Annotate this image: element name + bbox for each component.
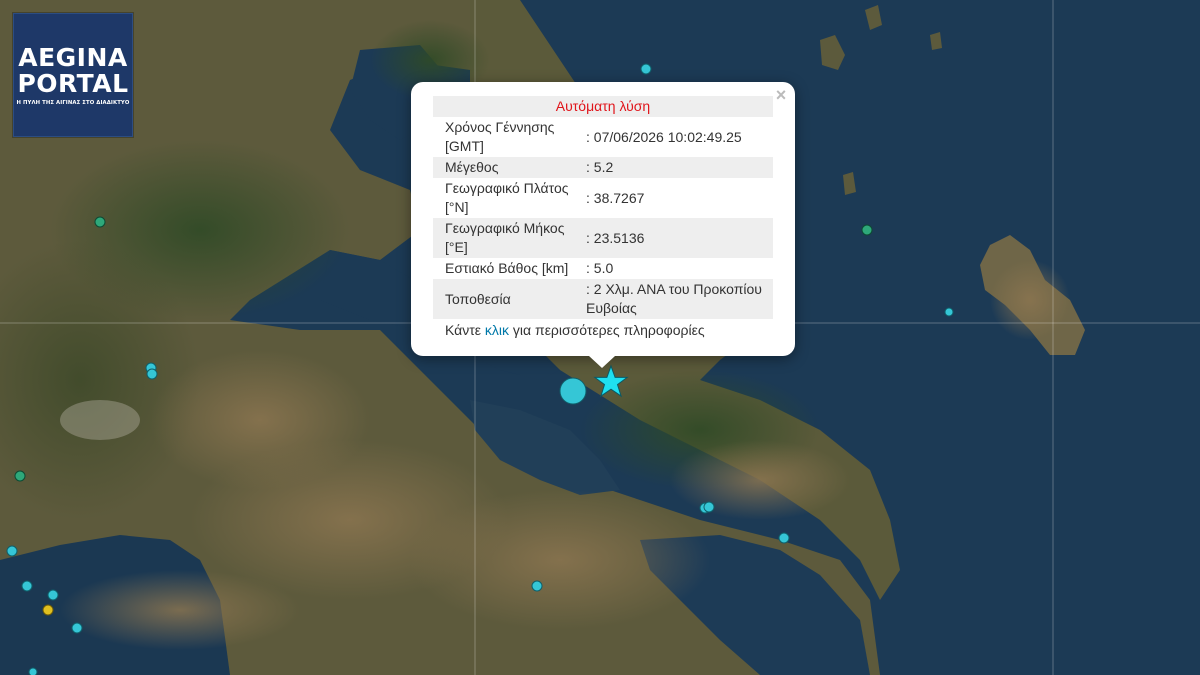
earthquake-info-popup: × Αυτόματη λύση Χρόνος Γέννησης [GMT] : … xyxy=(411,82,795,356)
popup-title: Αυτόματη λύση xyxy=(433,96,773,117)
quake-marker xyxy=(861,224,873,236)
location-label: Τοποθεσία xyxy=(445,290,511,307)
longitude-value: : 23.5136 xyxy=(586,229,645,246)
logo-tagline: Η ΠΥΛΗ ΤΗΣ ΑΙΓΙΝΑΣ ΣΤΟ ΔΙΑΔΙΚΤΥΟ xyxy=(16,99,130,106)
depth-label: Εστιακό Βάθος [km] xyxy=(445,260,569,276)
quake-marker xyxy=(944,307,954,317)
more-info-text: Κάντε κλικ για περισσότερες πληροφορίες xyxy=(433,321,773,340)
latitude-value: : 38.7267 xyxy=(586,189,645,206)
table-row: Χρόνος Γέννησης [GMT] : 07/06/2026 10:02… xyxy=(433,117,773,157)
popup-tip xyxy=(589,356,615,368)
quake-marker xyxy=(21,580,33,592)
quake-marker xyxy=(71,622,83,634)
longitude-label: Γεωγραφικό Μήκος [°E] xyxy=(445,220,565,255)
origin-time-value: : 07/06/2026 10:02:49.25 xyxy=(586,128,742,145)
table-row: Εστιακό Βάθος [km] : 5.0 xyxy=(433,258,773,279)
more-info-prefix: Κάντε xyxy=(445,322,485,338)
table-row: Γεωγραφικό Μήκος [°E] : 23.5136 xyxy=(433,218,773,258)
close-icon[interactable]: × xyxy=(773,85,789,105)
quake-marker-large xyxy=(559,377,587,405)
more-info-link[interactable]: κλικ xyxy=(485,322,509,338)
quake-marker-yellow xyxy=(42,604,54,616)
origin-time-label: Χρόνος Γέννησης [GMT] xyxy=(445,119,555,154)
quake-marker xyxy=(778,532,790,544)
quake-marker xyxy=(640,63,652,75)
logo-line-1: AEGINA xyxy=(18,42,128,72)
magnitude-value: : 5.2 xyxy=(586,159,614,175)
quake-marker xyxy=(703,501,715,513)
quake-marker xyxy=(531,580,543,592)
quake-marker xyxy=(146,368,158,380)
depth-value: : 5.0 xyxy=(586,260,614,276)
table-row: Μέγεθος : 5.2 xyxy=(433,157,773,178)
latitude-label: Γεωγραφικό Πλάτος [°N] xyxy=(445,180,569,215)
quake-marker xyxy=(94,216,106,228)
location-value: : 2 Χλμ. ΑΝΑ του Προκοπίου Ευβοίας xyxy=(586,281,762,316)
table-row: Τοποθεσία : 2 Χλμ. ΑΝΑ του Προκοπίου Ευβ… xyxy=(433,279,773,319)
quake-marker xyxy=(28,667,38,675)
quake-marker xyxy=(14,470,26,482)
magnitude-label: Μέγεθος xyxy=(445,159,499,175)
quake-marker xyxy=(47,589,59,601)
more-info-suffix: για περισσότερες πληροφορίες xyxy=(509,322,705,338)
table-row: Γεωγραφικό Πλάτος [°N] : 38.7267 xyxy=(433,178,773,218)
aegina-portal-logo: AEGINA PORTAL Η ΠΥΛΗ ΤΗΣ ΑΙΓΙΝΑΣ ΣΤΟ ΔΙΑ… xyxy=(13,13,133,137)
earthquake-info-table: Χρόνος Γέννησης [GMT] : 07/06/2026 10:02… xyxy=(433,117,773,319)
quake-marker xyxy=(6,545,18,557)
logo-line-2: PORTAL xyxy=(17,68,129,98)
